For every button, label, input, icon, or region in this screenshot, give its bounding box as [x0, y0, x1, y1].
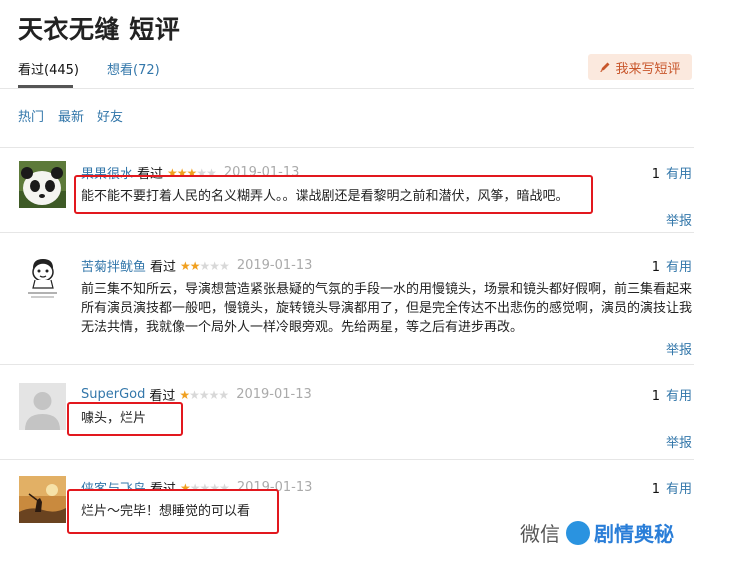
- report-link[interactable]: 举报: [666, 432, 692, 451]
- avatar[interactable]: [19, 383, 66, 430]
- divider: [0, 147, 694, 148]
- tab-want[interactable]: 想看(72): [107, 59, 160, 78]
- comment-author[interactable]: SuperGod: [81, 387, 145, 402]
- star-rating: ★★★★★: [180, 258, 230, 273]
- comment-text: 前三集不知所云，导演想营造紧张悬疑的气氛的手段一水的用慢镜头，场景和镜头都好假啊…: [81, 282, 693, 335]
- comment-date: 2019-01-13: [236, 387, 312, 402]
- avatar[interactable]: [19, 476, 66, 523]
- pen-icon: [600, 62, 610, 72]
- useful-vote[interactable]: 1 有用: [652, 385, 692, 404]
- comment-date: 2019-01-13: [236, 258, 313, 273]
- tab-seen[interactable]: 看过(445): [18, 59, 79, 78]
- useful-vote[interactable]: 1 有用: [652, 163, 692, 182]
- highlight-box: [74, 175, 593, 214]
- write-review-label: 我来写短评: [615, 61, 681, 77]
- star-rating: ★★★★★: [179, 387, 229, 402]
- watermark-name: 剧情奥秘: [594, 522, 674, 546]
- report-link[interactable]: 举报: [666, 339, 692, 358]
- report-link[interactable]: 举报: [666, 210, 692, 229]
- page-title: 天衣无缝 短评: [18, 15, 181, 44]
- divider: [0, 459, 694, 460]
- useful-vote[interactable]: 1 有用: [652, 256, 692, 275]
- write-review-button[interactable]: 我来写短评: [588, 54, 692, 80]
- comment-text: 烂片～完毕！想睡觉的可以看: [81, 504, 251, 519]
- avatar[interactable]: [19, 254, 66, 301]
- highlight-box: [67, 402, 183, 436]
- watermark-logo-icon: [566, 520, 590, 545]
- comment-author[interactable]: 苦菊拌鱿鱼: [81, 256, 146, 275]
- watermark-wechat: 微信: [520, 522, 560, 546]
- divider: [0, 364, 694, 365]
- comment-status: 看过: [150, 260, 177, 275]
- sort-hot[interactable]: 热门: [18, 106, 44, 125]
- tabs-divider: [0, 88, 694, 89]
- useful-vote[interactable]: 1 有用: [652, 478, 692, 497]
- avatar[interactable]: [19, 161, 66, 208]
- divider: [0, 232, 694, 233]
- sort-friends[interactable]: 好友: [97, 106, 123, 125]
- sort-new[interactable]: 最新: [58, 106, 84, 125]
- watermark: 微信 剧情奥秘: [520, 518, 674, 547]
